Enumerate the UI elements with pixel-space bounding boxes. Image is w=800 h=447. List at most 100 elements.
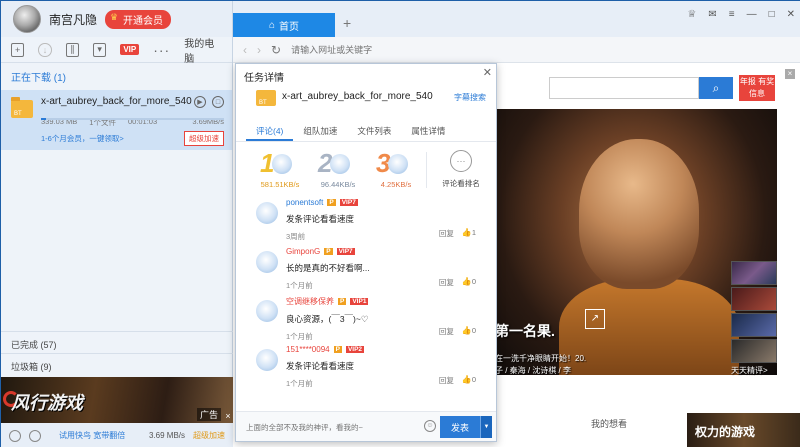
tab-file-list[interactable]: 文件列表 xyxy=(347,120,401,141)
my-pc-link[interactable]: 我的电脑 xyxy=(184,35,222,65)
minimize-icon[interactable]: — xyxy=(747,9,757,20)
comment-user[interactable]: 151****0094 xyxy=(286,345,330,354)
like-count: 0 xyxy=(471,375,476,384)
member-promo-link[interactable]: 1-6个月会员，一键领取> xyxy=(41,133,124,144)
p-badge-icon: P xyxy=(327,199,336,206)
more-icon[interactable]: ··· xyxy=(153,42,170,58)
clock-icon[interactable] xyxy=(29,429,41,442)
avatar[interactable] xyxy=(256,349,278,371)
thumbnail[interactable] xyxy=(731,339,777,363)
side-close-icon[interactable]: × xyxy=(785,69,795,79)
like-button[interactable]: 👍0 xyxy=(462,277,476,288)
play-icon[interactable]: ▶ xyxy=(194,96,206,108)
trash-section[interactable]: 垃圾箱 (9) xyxy=(1,353,233,379)
avatar xyxy=(388,154,408,174)
thumbnail[interactable] xyxy=(731,313,777,337)
reply-button[interactable]: 回复 xyxy=(439,277,454,288)
vip-badge-icon[interactable]: VIP xyxy=(120,44,140,55)
avatar[interactable] xyxy=(256,251,278,273)
tab-home[interactable]: ⌂ 首页 xyxy=(233,13,335,37)
popup-title-text: 任务详情 xyxy=(244,73,284,84)
like-count: 1 xyxy=(471,228,476,237)
like-button[interactable]: 👍0 xyxy=(462,375,476,386)
refresh-icon[interactable]: ↻ xyxy=(271,43,281,57)
start-icon[interactable]: ↓ xyxy=(38,42,52,57)
open-vip-button[interactable]: ♛ 开通会员 xyxy=(105,9,172,29)
forward-icon[interactable]: › xyxy=(257,43,261,57)
task-details-popup: 任务详情 ✕ BT x-art_aubrey_back_for_more_540… xyxy=(235,63,497,442)
game-ad-banner[interactable]: 风行游戏 广告 × xyxy=(1,377,233,423)
annual-report-link[interactable]: 年报 有奖信息 xyxy=(739,75,775,101)
site-search-input[interactable] xyxy=(549,77,699,99)
comment-list: ponentsoft P VIP7 发条评论看看速度 3周前 回复 👍1 Gimpon… xyxy=(236,192,496,392)
skin-icon[interactable]: ♕ xyxy=(687,9,696,20)
subtitle-search-link[interactable]: 字幕搜索 xyxy=(454,92,486,103)
daily-picks-link[interactable]: 天天精评> xyxy=(731,365,779,376)
back-icon[interactable]: ‹ xyxy=(243,43,247,57)
comment-ranking-button[interactable]: ··· 评论看排名 xyxy=(436,150,486,189)
post-comment-button[interactable]: 发表 xyxy=(440,416,480,438)
tab-home-label: 首页 xyxy=(279,21,300,33)
username[interactable]: 南宫凡隐 xyxy=(49,11,97,28)
folder-open-icon[interactable]: □ xyxy=(212,96,224,108)
rank-item[interactable]: 3 4.25KB/s xyxy=(372,150,420,189)
flask-icon[interactable] xyxy=(9,429,21,442)
new-task-icon[interactable]: + xyxy=(11,42,25,57)
like-button[interactable]: 👍1 xyxy=(462,228,476,239)
reply-button[interactable]: 回复 xyxy=(439,326,454,337)
reply-button[interactable]: 回复 xyxy=(439,228,454,239)
divider xyxy=(426,152,427,188)
reply-button[interactable]: 回复 xyxy=(439,375,454,386)
user-header: 南宫凡隐 ♛ 开通会员 xyxy=(1,1,232,37)
like-count: 0 xyxy=(471,326,476,335)
emoji-icon[interactable]: ☺ xyxy=(424,420,436,432)
message-icon[interactable]: ✉ xyxy=(708,9,716,20)
comment-text: 良心资源，(￣3￣)~♡ xyxy=(286,314,369,324)
game-of-thrones-banner[interactable]: 权力的游戏 xyxy=(687,413,800,447)
p-badge-icon: P xyxy=(338,298,347,305)
url-input[interactable] xyxy=(291,44,672,55)
status-accel-link[interactable]: 超级加速 xyxy=(193,430,225,441)
search-icon[interactable]: ⌕ xyxy=(699,77,733,99)
close-icon[interactable]: ✕ xyxy=(787,9,795,20)
maximize-icon[interactable]: □ xyxy=(769,9,775,20)
comment-user[interactable]: GimponG xyxy=(286,247,320,256)
comment-user[interactable]: ponentsoft xyxy=(286,198,323,207)
list-item: GimponG P VIP7 长的是真的不好看啊... 1个月前 回复 👍0 xyxy=(236,245,496,294)
downloading-section[interactable]: 正在下载 (1) xyxy=(1,63,232,90)
tab-properties[interactable]: 属性详情 xyxy=(401,120,455,141)
rank-speed: 96.44KB/s xyxy=(320,180,356,189)
avatar[interactable] xyxy=(13,5,41,33)
tab-team-accel[interactable]: 组队加速 xyxy=(293,120,347,141)
vip-level-badge: VIP1 xyxy=(350,298,369,305)
expand-arrow-icon[interactable]: ↗ xyxy=(585,309,605,329)
avatar[interactable] xyxy=(256,300,278,322)
super-accelerate-button[interactable]: 超级加速 xyxy=(184,131,224,146)
rank-item[interactable]: 1 581.51KB/s xyxy=(256,150,304,189)
comment-input[interactable] xyxy=(246,417,426,437)
my-watchlist-tab[interactable]: 我的想看 xyxy=(591,417,627,430)
avatar[interactable] xyxy=(256,202,278,224)
like-button[interactable]: 👍0 xyxy=(462,326,476,337)
menu-icon[interactable]: ≡ xyxy=(729,9,735,20)
status-bar: 试用快鸟 宽带翻倍 3.69 MB/s 超级加速 xyxy=(1,423,233,447)
ad-close-icon[interactable]: × xyxy=(223,411,233,421)
list-item: ponentsoft P VIP7 发条评论看看速度 3周前 回复 👍1 xyxy=(236,196,496,245)
hero-subtitle: 在一洗千净眼睛开始！20. 子 / 秦海 / 沈诗棋 / 李 xyxy=(495,353,586,375)
delete-icon[interactable]: ▾ xyxy=(92,42,107,57)
thumbnail[interactable] xyxy=(731,287,777,311)
tab-comments[interactable]: 评论(4) xyxy=(246,120,294,141)
address-bar: ‹ › ↻ xyxy=(233,37,800,63)
hero-sub-line-1: 在一洗千净眼睛开始！20. xyxy=(495,354,587,363)
pause-icon[interactable]: ∥ xyxy=(65,42,79,57)
close-icon[interactable]: ✕ xyxy=(483,66,492,79)
chevron-down-icon[interactable]: ▼ xyxy=(480,416,492,438)
rank-item[interactable]: 2 96.44KB/s xyxy=(314,150,362,189)
comment-user[interactable]: 空调继移保养 xyxy=(286,296,334,307)
trial-kuainiao-link[interactable]: 试用快鸟 宽带翻倍 xyxy=(59,430,125,441)
thumbnail[interactable] xyxy=(731,261,777,285)
new-tab-icon[interactable]: + xyxy=(343,15,351,31)
tab-bar: ⌂ 首页 + ♕ ✉ ≡ — □ ✕ xyxy=(233,1,800,37)
download-task-row[interactable]: BT x-art_aubrey_back_for_more_540 ▶ □ 33… xyxy=(1,90,232,150)
home-icon: ⌂ xyxy=(268,19,276,31)
